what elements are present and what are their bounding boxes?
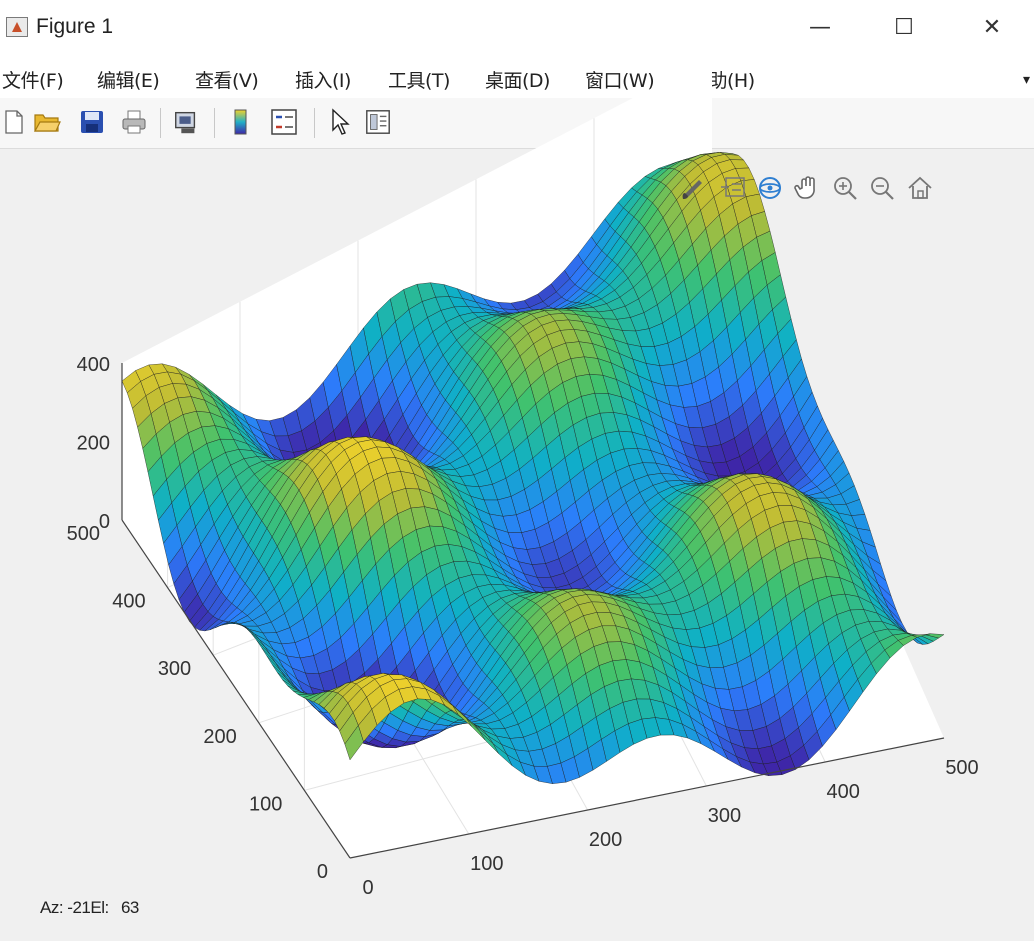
zoom-in-icon[interactable] xyxy=(830,172,860,204)
window-title: Figure 1 xyxy=(36,15,114,38)
az-value: -21 xyxy=(67,898,91,917)
menu-bar: 文件(F) 编辑(E) 查看(V) 插入(I) 工具(T) 桌面(D) 窗口(W… xyxy=(0,54,1034,98)
menu-window[interactable]: 窗口(W) xyxy=(585,66,655,93)
az-label: Az: xyxy=(40,898,64,917)
matlab-figure-icon xyxy=(6,17,28,37)
pan-icon[interactable] xyxy=(793,172,823,204)
view-angle-readout: Az: -21El: 63 xyxy=(40,898,139,918)
edit-plot-icon[interactable] xyxy=(326,107,354,137)
brush-icon[interactable] xyxy=(678,172,708,204)
menu-edit[interactable]: 编辑(E) xyxy=(97,66,160,93)
rotate-3d-icon[interactable] xyxy=(755,172,785,204)
el-label: El: xyxy=(90,898,109,917)
data-tips-icon[interactable] xyxy=(719,172,749,204)
toolbar-separator xyxy=(314,108,315,138)
save-icon[interactable] xyxy=(78,107,106,137)
property-inspector-icon[interactable] xyxy=(364,107,392,137)
menu-file[interactable]: 文件(F) xyxy=(2,66,64,93)
new-figure-icon[interactable] xyxy=(0,107,28,137)
toolbar-separator xyxy=(214,108,215,138)
title-bar: Figure 1 — ☐ ✕ xyxy=(0,0,1034,54)
el-value: 63 xyxy=(120,898,139,917)
link-plot-icon[interactable] xyxy=(172,107,200,137)
menu-help[interactable]: 帮助(H) xyxy=(690,66,755,93)
home-icon[interactable] xyxy=(905,172,935,204)
print-icon[interactable] xyxy=(120,107,148,137)
maximize-button[interactable]: ☐ xyxy=(874,8,934,46)
colorbar-icon[interactable] xyxy=(226,107,254,137)
menu-overflow-icon[interactable]: ▾ xyxy=(1023,72,1030,88)
minimize-button[interactable]: — xyxy=(790,8,850,46)
close-button[interactable]: ✕ xyxy=(962,8,1022,46)
menu-insert[interactable]: 插入(I) xyxy=(295,66,351,93)
toolbar-separator xyxy=(160,108,161,138)
menu-desktop[interactable]: 桌面(D) xyxy=(485,66,550,93)
figure-canvas[interactable] xyxy=(0,149,1034,938)
legend-icon[interactable] xyxy=(270,107,298,137)
menu-tools[interactable]: 工具(T) xyxy=(388,66,450,93)
figure-toolbar xyxy=(0,98,1034,149)
open-icon[interactable] xyxy=(33,107,61,137)
menu-view[interactable]: 查看(V) xyxy=(195,66,259,93)
zoom-out-icon[interactable] xyxy=(867,172,897,204)
